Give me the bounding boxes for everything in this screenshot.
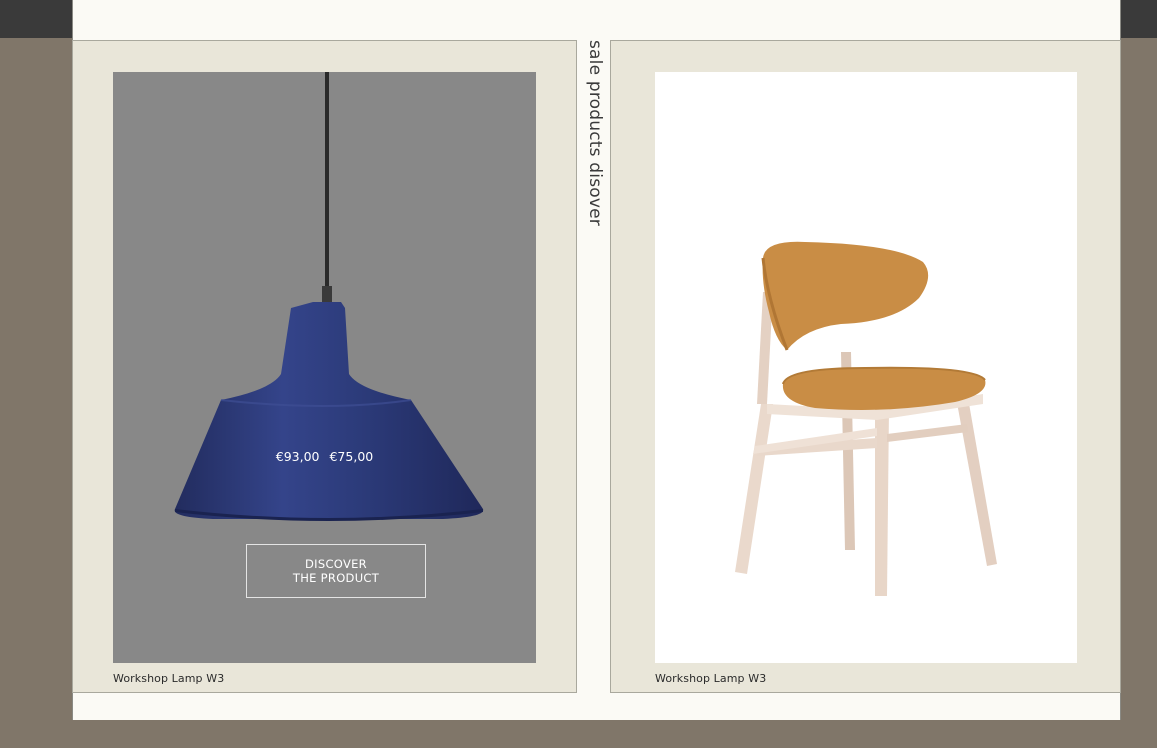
sale-price: €75,00 — [329, 449, 374, 464]
product-image-chair[interactable] — [655, 72, 1077, 663]
product-image-lamp[interactable]: €93,00 €75,00 DISCOVER THE PRODUCT — [113, 72, 536, 663]
sale-products-vertical-label: sale products disover — [585, 40, 605, 226]
product-card-lamp[interactable]: €93,00 €75,00 DISCOVER THE PRODUCT Works… — [72, 40, 577, 693]
discover-product-button[interactable]: DISCOVER THE PRODUCT — [246, 544, 426, 598]
product-name-chair[interactable]: Workshop Lamp W3 — [655, 672, 766, 685]
old-price: €93,00 — [275, 449, 320, 464]
dining-chair-illustration — [735, 241, 997, 596]
button-label-line2: THE PRODUCT — [292, 571, 380, 585]
product-name-lamp[interactable]: Workshop Lamp W3 — [113, 672, 224, 685]
button-label-line1: DISCOVER — [305, 557, 367, 571]
price-row: €93,00 €75,00 — [113, 449, 536, 464]
product-card-chair[interactable]: Workshop Lamp W3 — [610, 40, 1121, 693]
